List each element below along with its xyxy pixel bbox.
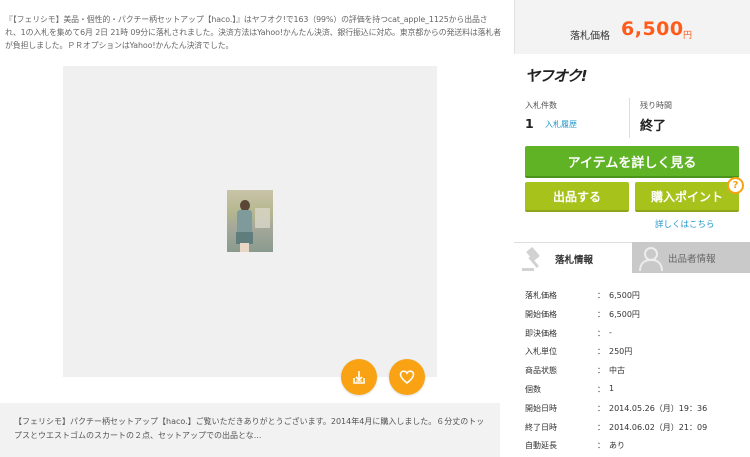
info-value: 2014.05.26（月）19：36 [609,403,708,413]
thumbnail-decor [240,243,249,252]
info-separator: ： [597,422,605,432]
info-label: 終了日時 [525,422,557,432]
heart-icon [399,370,415,385]
left-column: 『【フェリシモ】美品・個性的・パクチー柄セットアップ【haco.】』はヤフオク!… [0,0,514,457]
thumbnail-decor [255,208,270,228]
info-label: 入札単位 [525,347,557,357]
info-row: 開始価格 ： 6,500円 [525,306,743,325]
info-separator: ： [597,291,605,300]
info-row: 自動延長 ： あり [525,437,743,456]
info-tabs: 落札情報 出品者情報 [514,242,750,273]
price-unit: 円 [683,31,693,41]
bid-count-value: 1 [525,116,534,131]
info-value: 250円 [609,347,633,357]
price-box: 落札価格 6,500 円 [514,0,750,54]
product-image-area[interactable] [63,66,437,377]
info-separator: ： [597,328,605,338]
remaining-time-value: 終了 [640,119,667,134]
info-separator: ： [597,309,605,319]
info-row: 開始日時 ： 2014.05.26（月）19：36 [525,400,743,419]
info-row: 入札単位 ： 250円 [525,343,743,362]
info-value: - [609,327,612,337]
info-value: あり [609,441,625,451]
product-thumbnail[interactable] [227,190,273,252]
share-icon [353,371,365,384]
info-label: 開始価格 [525,309,557,319]
info-row: 終了日時 ： 2014.06.02（月）21：09 [525,419,743,438]
info-label: 自動延長 [525,441,557,451]
info-label: 商品状態 [525,366,557,376]
auction-stats: 入札件数 1 入札履歴 残り時間 終了 [525,98,739,138]
bid-count-label: 入札件数 [525,101,557,110]
info-separator: ： [597,403,605,413]
price-value: 6,500 [621,18,684,40]
auction-info-table: 落札価格 ： 6,500円 開始価格 ： 6,500円 即決価格 ： - 入札単… [525,287,743,456]
favorite-button[interactable] [389,359,425,395]
info-label: 開始日時 [525,403,557,413]
info-value: 中古 [609,366,625,376]
info-value: 6,500円 [609,309,640,319]
info-row: 落札価格 ： 6,500円 [525,287,743,306]
info-separator: ： [597,384,605,394]
info-label: 即決価格 [525,328,557,338]
purchase-point-button[interactable]: 購入ポイント [635,182,739,212]
info-row: 個数 ： 1 [525,381,743,400]
info-value: 1 [609,383,615,393]
item-summary[interactable]: 【フェリシモ】パクチー柄セットアップ【haco.】ご覧いただきありがとうございま… [0,403,500,457]
tab-seller-info-label: 出品者情報 [668,254,716,265]
question-icon[interactable]: ? [727,177,744,194]
info-label: 個数 [525,384,541,394]
gavel-icon [522,247,540,271]
item-detail-button[interactable]: アイテムを詳しく見る [525,146,739,178]
item-summary-text: 【フェリシモ】パクチー柄セットアップ【haco.】ご覧いただきありがとうございま… [14,417,485,440]
bid-history-link[interactable]: 入札履歴 [545,119,577,130]
yahuoku-logo[interactable]: ヤフオク! [525,65,588,86]
remaining-time-block: 残り時間 終了 [640,98,740,138]
info-row: 商品状態 ： 中古 [525,362,743,381]
price-label: 落札価格 [570,31,610,42]
info-value: 6,500円 [609,291,640,300]
tab-seller-info[interactable]: 出品者情報 [632,242,750,273]
info-row: 即決価格 ： - [525,325,743,344]
info-separator: ： [597,441,605,451]
sell-button[interactable]: 出品する [525,182,629,212]
bid-count-block: 入札件数 1 入札履歴 [525,98,630,138]
info-separator: ： [597,347,605,357]
info-separator: ： [597,366,605,376]
more-info-link[interactable]: 詳しくはこちら [655,218,715,230]
person-icon [639,247,663,271]
info-value: 2014.06.02（月）21：09 [609,422,708,432]
share-button[interactable] [341,359,377,395]
remaining-time-label: 残り時間 [640,101,672,110]
tab-auction-info[interactable]: 落札情報 [514,242,632,273]
info-label: 落札価格 [525,291,557,300]
right-column: 落札価格 6,500 円 ヤフオク! 入札件数 1 入札履歴 残り時間 終了 ア… [514,0,750,457]
tab-auction-info-label: 落札情報 [555,255,594,266]
auction-description: 『【フェリシモ】美品・個性的・パクチー柄セットアップ【haco.】』はヤフオク!… [5,15,502,50]
